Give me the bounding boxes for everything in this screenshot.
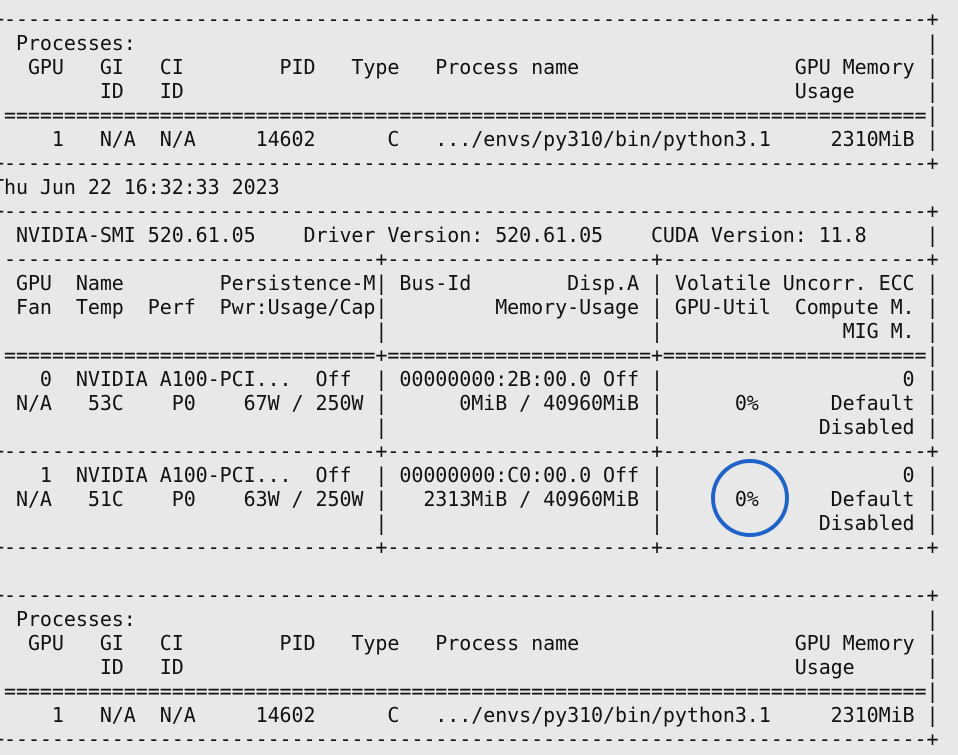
process-row: | 1 N/A N/A 14602 C .../envs/py310/bin/p… — [0, 703, 939, 727]
timestamp-line: Thu Jun 22 16:32:33 2023 — [0, 175, 280, 199]
process-table-header: | ID ID Usage | — [0, 655, 939, 679]
gpu-row: | N/A 51C P0 63W / 250W | 2313MiB / 4096… — [0, 487, 939, 511]
terminal-line: +---------------------------------------… — [0, 199, 939, 223]
terminal-line: |=======================================… — [0, 679, 939, 703]
terminal-line: | Processes: | — [0, 31, 939, 55]
gpu-table-header: | GPU Name Persistence-M| Bus-Id Disp.A … — [0, 271, 939, 295]
terminal-line: +-------------------------------+-------… — [0, 439, 939, 463]
process-table-header: | GPU GI CI PID Type Process name GPU Me… — [0, 631, 939, 655]
terminal-line: +-------------------------------+-------… — [0, 535, 939, 559]
terminal-line: | 1 N/A N/A 14602 C .../envs/py310/bin/p… — [0, 127, 939, 151]
gpu-row: | N/A 53C P0 67W / 250W | 0MiB / 40960Mi… — [0, 391, 939, 415]
terminal-line: +---------------------------------------… — [0, 583, 939, 607]
terminal-line: |-------------------------------+-------… — [0, 247, 939, 271]
nvidia-smi-header: | NVIDIA-SMI 520.61.05 Driver Version: 5… — [0, 223, 939, 247]
gpu-table-header: | | | MIG M. | — [0, 319, 939, 343]
terminal-line: +---------------------------------------… — [0, 151, 939, 175]
process-table-title: | Processes: | — [0, 607, 939, 631]
terminal-window[interactable]: +---------------------------------------… — [0, 0, 958, 755]
gpu-row: | 0 NVIDIA A100-PCI... Off | 00000000:2B… — [0, 367, 939, 391]
terminal-line: +---------------------------------------… — [0, 727, 939, 751]
terminal-line: | ID ID Usage | — [0, 79, 939, 103]
gpu-row: | | | Disabled | — [0, 415, 939, 439]
terminal-output: +---------------------------------------… — [0, 7, 939, 751]
gpu-table-header: | Fan Temp Perf Pwr:Usage/Cap| Memory-Us… — [0, 295, 939, 319]
gpu-row: | | | Disabled | — [0, 511, 939, 535]
gpu-row: | 1 NVIDIA A100-PCI... Off | 00000000:C0… — [0, 463, 939, 487]
terminal-line: +---------------------------------------… — [0, 7, 939, 31]
terminal-line: |=======================================… — [0, 103, 939, 127]
terminal-line: | GPU GI CI PID Type Process name GPU Me… — [0, 55, 939, 79]
terminal-line: |===============================+=======… — [0, 343, 939, 367]
